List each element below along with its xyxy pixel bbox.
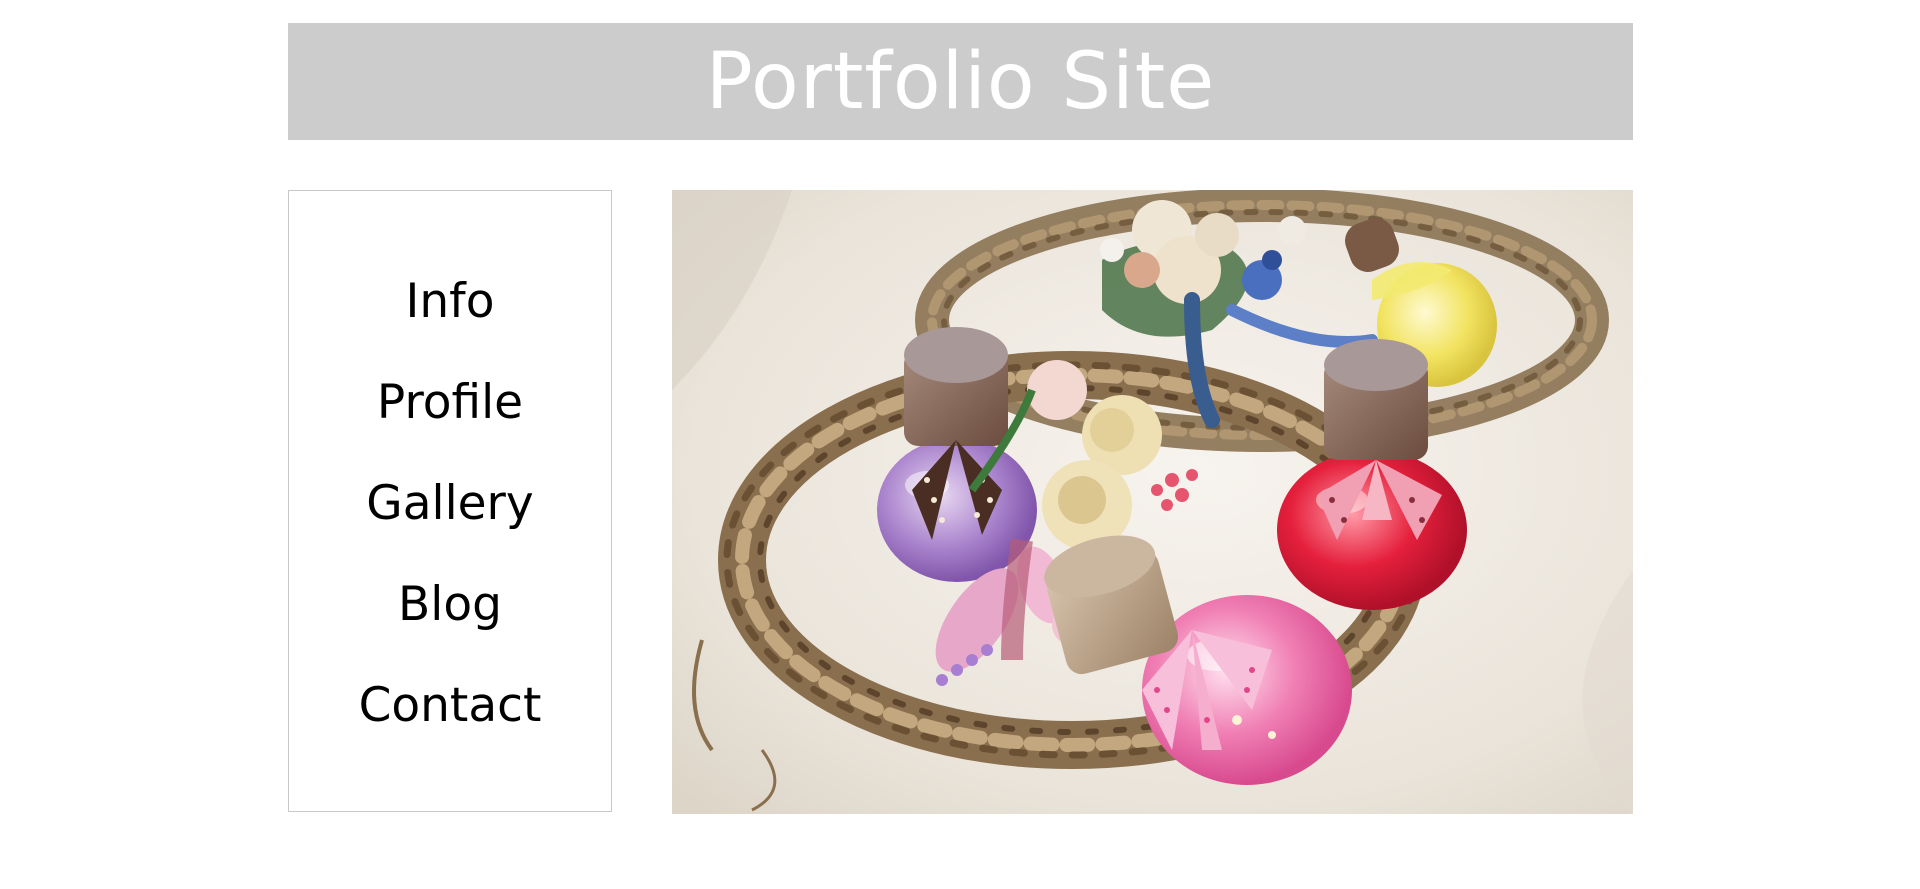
site-header: Portfolio Site: [288, 23, 1633, 140]
nav-link-info[interactable]: Info: [406, 278, 495, 325]
sidebar-nav: Info Profile Gallery Blog Contact: [288, 190, 612, 812]
nav-list: Info Profile Gallery Blog Contact: [289, 251, 611, 756]
site-title: Portfolio Site: [705, 36, 1216, 127]
hero-photo: [672, 190, 1633, 814]
nav-item-contact: Contact: [289, 655, 611, 756]
nav-item-info: Info: [289, 251, 611, 352]
nav-link-blog[interactable]: Blog: [398, 581, 502, 628]
nav-item-blog: Blog: [289, 554, 611, 655]
nav-link-gallery[interactable]: Gallery: [366, 480, 533, 527]
nav-item-gallery: Gallery: [289, 453, 611, 554]
nav-link-profile[interactable]: Profile: [377, 379, 523, 426]
nav-item-profile: Profile: [289, 352, 611, 453]
nav-link-contact[interactable]: Contact: [359, 682, 542, 729]
page: Portfolio Site Info Profile Gallery Blog…: [0, 0, 1920, 889]
hero-image: [672, 190, 1633, 814]
